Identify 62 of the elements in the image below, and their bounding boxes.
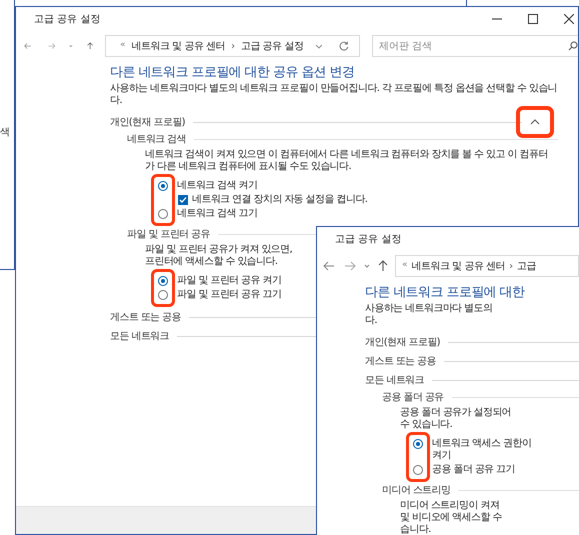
section-heading[interactable]: 개인(현재 프로필)	[110, 114, 185, 130]
radio-button[interactable]	[158, 276, 168, 286]
checkbox[interactable]	[178, 195, 188, 205]
section-heading[interactable]: 개인(현재 프로필)	[365, 334, 440, 350]
highlight-frame	[151, 269, 175, 307]
page-description: 사용하는 네트워크마다 별도의 네트워크 프로필이 만들어집니다. 각 프로필에 특정 옵션을 선택할 수 있습니 다.	[110, 83, 558, 107]
highlight-frame	[516, 106, 554, 138]
address-bar[interactable]: « 네트워크 및 공유 센터 › 고급	[395, 255, 579, 277]
up-arrow-icon[interactable]	[86, 40, 93, 52]
radio-button[interactable]	[158, 290, 168, 300]
radio-button[interactable]	[158, 181, 168, 191]
breadcrumb-item[interactable]: 고급 공유 설정	[241, 38, 304, 54]
radio-label[interactable]: 공용 폴더 공유 끄기	[432, 464, 515, 476]
window-title: 고급 공유 설정	[335, 232, 402, 246]
window-title: 고급 공유 설정	[34, 12, 100, 26]
radio-label[interactable]: 파일 및 프린터 공유 끄기	[177, 289, 282, 301]
radio-label[interactable]: 파일 및 프린터 공유 켜기	[177, 275, 282, 287]
subsection-heading: 네트워크 검색	[127, 133, 186, 147]
page-heading: 다른 네트워크 프로필에 대한 공유 옵션 변경	[110, 65, 354, 81]
description-text: 파일 및 프린터 공유가 켜져 있으면, 프린터에 액세스할 수 있습니다.	[145, 244, 292, 268]
description-text: 네트워크 검색이 켜져 있으면 이 컴퓨터에서 다른 네트워크 컴퓨터와 장치를 볼 수 있고 이 컴퓨터 가 다른 네트워크 컴퓨터에 표시될 수도 있습니다.	[145, 149, 548, 173]
radio-label[interactable]: 네트워크 액세스 권한이 켜기	[432, 438, 532, 462]
breadcrumb-item[interactable]: 네트워크 및 공유 센터	[412, 258, 506, 274]
separator-icon: ›	[231, 38, 236, 54]
back-arrow-icon[interactable]	[24, 41, 32, 51]
back-arrow-icon[interactable]	[323, 261, 335, 271]
separator-icon: ›	[509, 258, 514, 274]
radio-button[interactable]	[413, 439, 423, 449]
page-heading: 다른 네트워크 프로필에 대한	[365, 285, 524, 301]
subsection-heading: 미디어 스트리밍	[382, 484, 450, 498]
breadcrumb-item[interactable]: 고급	[517, 258, 536, 274]
radio-label[interactable]: 네트워크 검색 끄기	[177, 208, 258, 220]
refresh-icon[interactable]	[339, 41, 349, 51]
highlight-frame	[151, 174, 175, 226]
breadcrumb-item[interactable]: 네트워크 및 공유 센터	[132, 38, 226, 54]
page-description: 사용하는 네트워크마다 별도의 다.	[365, 303, 492, 327]
section-heading[interactable]: 모든 네트워크	[365, 372, 424, 388]
search-icon[interactable]	[568, 41, 578, 51]
close-icon[interactable]	[564, 14, 574, 24]
description-text: 공용 폴더 공유가 설정되어 수 있습니다.	[400, 407, 512, 431]
description-text: 미디어 스트리밍이 켜져 및 비디오에 액세스할 수 습니다.	[400, 500, 502, 535]
subsection-heading: 파일 및 프린터 공유	[127, 228, 210, 242]
checkbox-label[interactable]: 네트워크 연결 장치의 자동 설정을 켭니다.	[192, 194, 368, 206]
window-text: 색	[0, 126, 10, 140]
section-heading[interactable]: 모든 네트워크	[110, 328, 169, 344]
section-heading[interactable]: 게스트 또는 공용	[365, 354, 436, 368]
subsection-heading: 공용 폴더 공유	[382, 391, 444, 405]
maximize-icon[interactable]	[528, 14, 538, 24]
chevrons-icon: «	[120, 39, 126, 53]
caret-icon[interactable]	[69, 44, 73, 48]
search-field[interactable]: 제어판 검색	[372, 35, 578, 57]
radio-button[interactable]	[158, 209, 168, 219]
radio-button[interactable]	[413, 465, 423, 475]
address-bar[interactable]: « 네트워크 및 공유 센터 › 고급 공유 설정	[105, 35, 360, 57]
chevrons-icon: «	[402, 259, 408, 273]
chevron-up-icon[interactable]	[530, 119, 540, 125]
highlight-frame	[406, 432, 430, 482]
caret-icon[interactable]	[364, 264, 370, 268]
radio-label[interactable]: 네트워크 검색 켜기	[177, 180, 258, 192]
section-heading[interactable]: 게스트 또는 공용	[110, 310, 181, 324]
caret-icon[interactable]	[315, 44, 324, 48]
up-arrow-icon[interactable]	[378, 260, 388, 272]
